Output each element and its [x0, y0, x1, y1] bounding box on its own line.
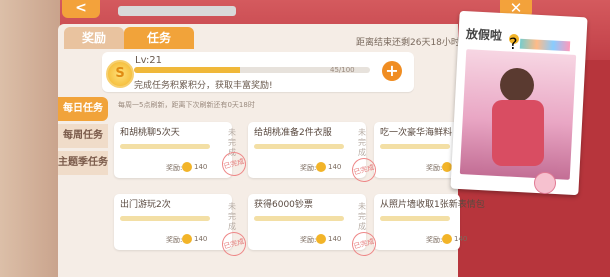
task-title: 获得6000钞票 — [254, 200, 313, 210]
reward-value: 140 — [454, 235, 468, 243]
task-title: 和胡桃聊5次天 — [120, 128, 180, 138]
character-body — [492, 100, 544, 166]
task-progress-bar — [380, 144, 450, 149]
reward-value: 140 — [328, 163, 342, 171]
task-title: 给胡桃准备2件衣服 — [254, 128, 332, 138]
event-countdown: 距离结束还剩26天18小时 — [356, 38, 460, 48]
task-card[interactable]: 吃一次豪华海鲜料 奖励: 140 — [374, 122, 467, 178]
background-left — [0, 0, 60, 277]
reward-value: 140 — [328, 235, 342, 243]
sidebar-item-weekly[interactable]: 每周任务 — [58, 124, 108, 148]
tab-reward[interactable]: 奖励 — [64, 27, 124, 49]
level-progress-fill — [134, 67, 241, 73]
task-title: 从照片墙收取1张新表情包 — [380, 200, 485, 210]
coin-icon — [442, 234, 452, 244]
sidebar-item-daily[interactable]: 每日任务 — [58, 97, 108, 121]
reward-label: 奖励: — [426, 164, 443, 172]
coin-icon — [182, 162, 192, 172]
coin-icon — [316, 162, 326, 172]
tab-task[interactable]: 任务 — [124, 27, 194, 49]
coin-icon — [316, 234, 326, 244]
level-label: Lv:21 — [135, 55, 163, 66]
question-icon: ? — [509, 34, 519, 53]
reward-label: 奖励: — [426, 236, 443, 244]
reward-label: 奖励: — [166, 236, 183, 244]
task-status: 未完成 — [358, 202, 366, 231]
task-card[interactable]: 给胡桃准备2件衣服 奖励: 140 — [248, 122, 366, 178]
task-progress-bar — [380, 216, 450, 221]
task-progress-bar — [254, 216, 344, 221]
reward-label: 奖励: — [166, 164, 183, 172]
add-points-button[interactable]: + — [382, 61, 402, 81]
task-title: 吃一次豪华海鲜料 — [380, 128, 453, 138]
level-progress-text: 45/100 — [330, 66, 355, 74]
poster-title: 放假啦 — [465, 27, 503, 43]
sidebar-item-season[interactable]: 主题季任务 — [58, 151, 108, 175]
poster-badge-icon — [534, 172, 556, 194]
level-coin-icon: S — [106, 60, 134, 88]
task-progress-bar — [120, 216, 210, 221]
back-button[interactable]: < — [62, 0, 100, 18]
reward-value: 140 — [194, 163, 208, 171]
reward-label: 奖励: — [300, 164, 317, 172]
reward-value: 140 — [194, 235, 208, 243]
task-card[interactable]: 和胡桃聊5次天 奖励: 140 — [114, 122, 232, 178]
coin-icon — [182, 234, 192, 244]
task-progress-bar — [254, 144, 344, 149]
task-title: 出门游玩2次 — [120, 200, 171, 210]
character-head — [500, 68, 534, 102]
task-card[interactable]: 获得6000钞票 奖励: 140 — [248, 194, 366, 250]
task-progress-bar — [120, 144, 210, 149]
refresh-note: 每周一5点刷新，距离下次刷新还有0天18时 — [118, 101, 255, 109]
reward-label: 奖励: — [300, 236, 317, 244]
task-status: 未完成 — [358, 128, 366, 157]
task-card[interactable]: 从照片墙收取1张新表情包 奖励: 140 — [374, 194, 485, 250]
task-status: 未完成 — [228, 202, 236, 231]
top-decoration-strip — [118, 6, 236, 16]
back-icon: < — [75, 0, 87, 16]
level-description: 完成任务积累积分，获取丰富奖励! — [134, 81, 273, 91]
task-card[interactable]: 出门游玩2次 奖励: 140 — [114, 194, 232, 250]
